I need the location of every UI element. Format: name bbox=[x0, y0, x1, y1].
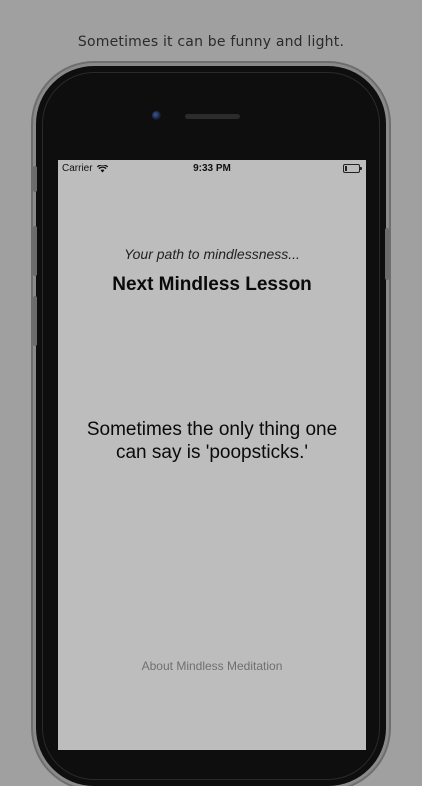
volume-down-button bbox=[33, 296, 37, 346]
app-screen: Carrier 9:33 PM Your path to mindlessnes… bbox=[58, 160, 366, 750]
battery-icon bbox=[343, 164, 362, 173]
mute-switch bbox=[33, 166, 37, 192]
about-link[interactable]: About Mindless Meditation bbox=[58, 659, 366, 673]
status-bar: Carrier 9:33 PM bbox=[58, 160, 366, 178]
earpiece-speaker bbox=[185, 114, 240, 119]
battery-fill bbox=[345, 166, 347, 171]
next-lesson-button[interactable]: Next Mindless Lesson bbox=[58, 274, 366, 296]
battery-nub bbox=[360, 167, 362, 170]
front-camera bbox=[152, 111, 161, 120]
lesson-text: Sometimes the only thing one can say is … bbox=[86, 419, 338, 463]
status-time: 9:33 PM bbox=[193, 163, 231, 174]
volume-up-button bbox=[33, 226, 37, 276]
power-button bbox=[385, 228, 389, 280]
tagline: Your path to mindlessness... bbox=[124, 246, 300, 262]
promo-caption: Sometimes it can be funny and light. bbox=[77, 34, 345, 50]
